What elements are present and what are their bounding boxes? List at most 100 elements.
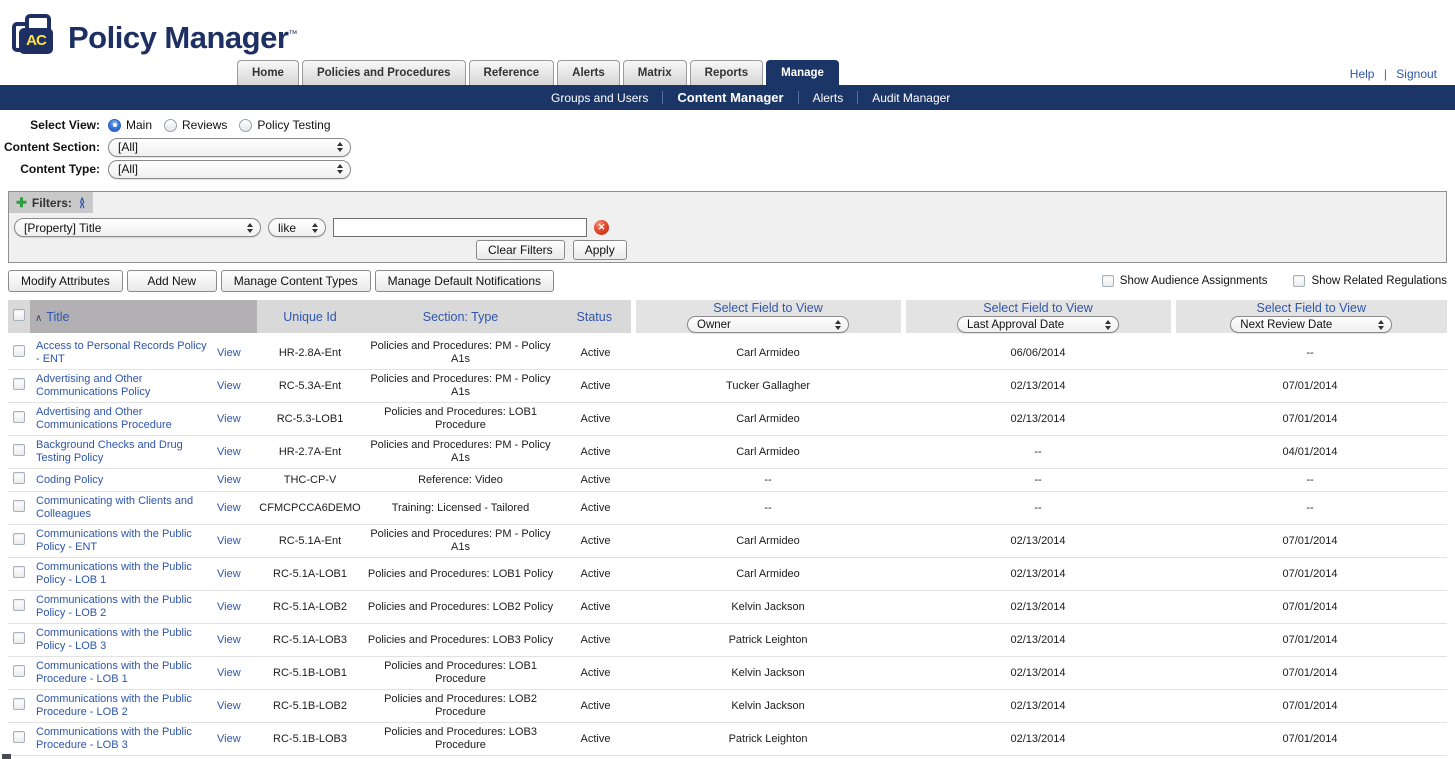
view-link[interactable]: View xyxy=(217,413,241,425)
title-link[interactable]: Communications with the Public Procedure… xyxy=(36,660,192,685)
unique-id-cell: HR-2.8A-Ent xyxy=(257,335,363,370)
view-link[interactable]: View xyxy=(217,347,241,359)
subnav-content-manager[interactable]: Content Manager xyxy=(663,90,797,105)
view-link[interactable]: View xyxy=(217,380,241,392)
row-checkbox[interactable] xyxy=(13,345,25,357)
radio-option-reviews[interactable]: Reviews xyxy=(164,118,227,132)
tab-reports[interactable]: Reports xyxy=(690,60,763,85)
row-checkbox[interactable] xyxy=(13,500,25,512)
radio-option-policy-testing[interactable]: Policy Testing xyxy=(239,118,330,132)
radio-option-main[interactable]: Main xyxy=(108,118,152,132)
title-link[interactable]: Communications with the Public Policy - … xyxy=(36,528,192,553)
manage-content-types-button[interactable]: Manage Content Types xyxy=(221,270,371,292)
view-link[interactable]: View xyxy=(217,733,241,745)
view-cell: View xyxy=(215,756,257,759)
add-new-button[interactable]: Add New xyxy=(127,270,217,292)
tab-reference[interactable]: Reference xyxy=(469,60,555,85)
radio-policy-testing[interactable] xyxy=(239,119,252,132)
title-link[interactable]: Coding Policy xyxy=(36,474,103,486)
select-all-checkbox[interactable] xyxy=(13,309,25,321)
row-checkbox[interactable] xyxy=(13,378,25,390)
field-select-next-review-date[interactable]: Next Review Date xyxy=(1230,316,1392,333)
row-checkbox[interactable] xyxy=(13,599,25,611)
row-checkbox[interactable] xyxy=(13,566,25,578)
column-header-status[interactable]: Status xyxy=(558,300,633,335)
radio-main[interactable] xyxy=(108,119,121,132)
field-select-last-approval-date[interactable]: Last Approval Date xyxy=(957,316,1119,333)
last-approval-date-cell: -- xyxy=(903,756,1173,759)
tab-home[interactable]: Home xyxy=(237,60,299,85)
owner-cell: Kelvin Jackson xyxy=(633,591,903,624)
subnav-groups-and-users[interactable]: Groups and Users xyxy=(537,91,662,105)
trademark-symbol: ™ xyxy=(288,29,297,39)
tab-policies-and-procedures[interactable]: Policies and Procedures xyxy=(302,60,466,85)
row-checkbox[interactable] xyxy=(13,411,25,423)
select-view-label: Select View: xyxy=(0,118,100,132)
row-checkbox[interactable] xyxy=(13,444,25,456)
content-type-select[interactable]: [All] xyxy=(108,160,351,179)
manage-default-notifications-button[interactable]: Manage Default Notifications xyxy=(375,270,554,292)
row-checkbox[interactable] xyxy=(13,665,25,677)
tab-alerts[interactable]: Alerts xyxy=(557,60,620,85)
column-header-unique-id[interactable]: Unique Id xyxy=(257,300,363,335)
next-review-date-cell: 07/01/2014 xyxy=(1173,403,1447,436)
apply-button[interactable]: Apply xyxy=(573,240,627,260)
show-related-regulations-checkbox[interactable] xyxy=(1293,275,1305,287)
filter-operator-select[interactable]: like xyxy=(268,218,326,237)
tab-matrix[interactable]: Matrix xyxy=(623,60,687,85)
title-link[interactable]: Background Checks and Drug Testing Polic… xyxy=(36,439,183,464)
collapse-filters-icon[interactable]: ∧∧ xyxy=(79,198,86,208)
title-link[interactable]: Communications with the Public Policy - … xyxy=(36,561,192,586)
show-audience-assignments-checkbox[interactable] xyxy=(1102,275,1114,287)
subnav-alerts[interactable]: Alerts xyxy=(799,91,858,105)
view-link[interactable]: View xyxy=(217,446,241,458)
row-checkbox[interactable] xyxy=(13,472,25,484)
title-link[interactable]: Communicating with Clients and Colleague… xyxy=(36,495,193,520)
content-section-select[interactable]: [All] xyxy=(108,138,351,157)
view-link[interactable]: View xyxy=(217,700,241,712)
view-link[interactable]: View xyxy=(217,474,241,486)
remove-filter-icon[interactable]: ✕ xyxy=(594,220,609,235)
title-link[interactable]: Advertising and Other Communications Pol… xyxy=(36,373,150,398)
column-header-title[interactable]: ∧Title xyxy=(30,300,257,335)
view-link[interactable]: View xyxy=(217,634,241,646)
view-link[interactable]: View xyxy=(217,502,241,514)
field-select-owner[interactable]: Owner xyxy=(687,316,849,333)
view-link[interactable]: View xyxy=(217,535,241,547)
row-checkbox[interactable] xyxy=(13,731,25,743)
tab-manage[interactable]: Manage xyxy=(766,60,839,85)
status-cell: Active xyxy=(558,335,633,370)
modify-attributes-button[interactable]: Modify Attributes xyxy=(8,270,123,292)
subnav-audit-manager[interactable]: Audit Manager xyxy=(858,91,964,105)
row-checkbox[interactable] xyxy=(13,533,25,545)
title-link[interactable]: Communications with the Public Procedure… xyxy=(36,726,192,751)
column-header-section-type[interactable]: Section: Type xyxy=(363,300,558,335)
row-select-cell xyxy=(8,492,30,525)
view-link[interactable]: View xyxy=(217,667,241,679)
view-cell: View xyxy=(215,723,257,756)
filter-value-input[interactable] xyxy=(333,218,587,237)
add-filter-icon[interactable]: ✚ xyxy=(16,196,27,209)
unique-id-cell: THC-CP-V xyxy=(257,469,363,492)
signout-link[interactable]: Signout xyxy=(1396,67,1437,81)
last-approval-date-cell: 02/13/2014 xyxy=(903,723,1173,756)
filter-property-select[interactable]: [Property] Title xyxy=(14,218,261,237)
status-cell: Active xyxy=(558,558,633,591)
title-cell: Access to Personal Records Policy - ENT xyxy=(30,335,215,370)
title-link[interactable]: Communications with the Public Policy - … xyxy=(36,627,192,652)
title-link[interactable]: Access to Personal Records Policy - ENT xyxy=(36,340,207,365)
help-link[interactable]: Help xyxy=(1350,67,1375,81)
row-checkbox[interactable] xyxy=(13,698,25,710)
title-link[interactable]: Communications with the Public Procedure… xyxy=(36,693,192,718)
title-link[interactable]: Communications with the Public Policy - … xyxy=(36,594,192,619)
title-link[interactable]: Advertising and Other Communications Pro… xyxy=(36,406,172,431)
row-checkbox[interactable] xyxy=(13,632,25,644)
sort-ascending-icon: ∧ xyxy=(35,313,42,324)
radio-reviews[interactable] xyxy=(164,119,177,132)
select-stepper-icon xyxy=(247,223,253,233)
clear-filters-button[interactable]: Clear Filters xyxy=(476,240,565,260)
view-link[interactable]: View xyxy=(217,601,241,613)
owner-cell: Patrick Leighton xyxy=(633,624,903,657)
view-cell: View xyxy=(215,690,257,723)
view-link[interactable]: View xyxy=(217,568,241,580)
